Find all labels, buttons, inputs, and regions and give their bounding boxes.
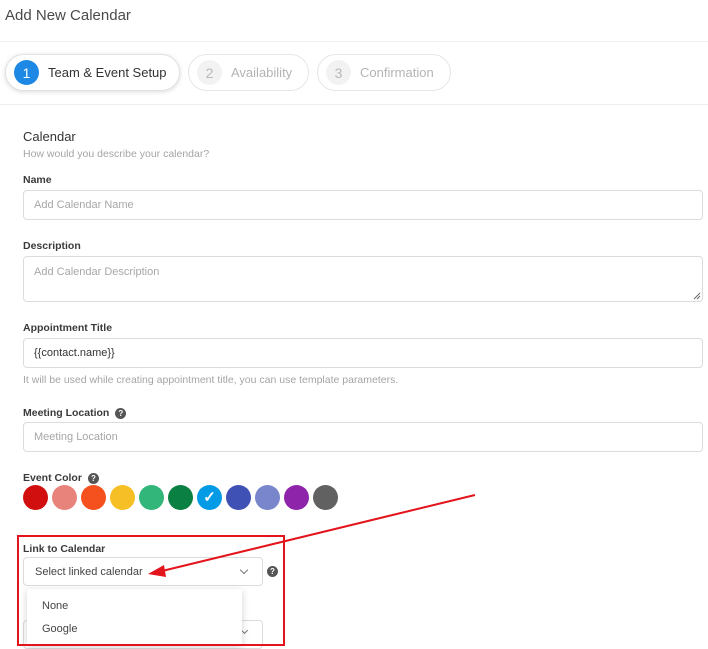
step-availability[interactable]: 2 Availability: [188, 54, 309, 91]
color-swatch[interactable]: [255, 485, 280, 510]
meeting-location-input[interactable]: [23, 422, 703, 452]
step-team-event-setup[interactable]: 1 Team & Event Setup: [5, 54, 180, 91]
page-title: Add New Calendar: [5, 7, 131, 24]
appointment-title-input[interactable]: [23, 338, 703, 368]
question-circle-icon[interactable]: ?: [267, 566, 278, 577]
color-swatch[interactable]: [284, 485, 309, 510]
step-label: Confirmation: [360, 65, 434, 80]
linked-calendar-dropdown: None Google: [27, 589, 242, 645]
color-swatch[interactable]: [226, 485, 251, 510]
steps-divider: [0, 104, 708, 105]
question-circle-icon[interactable]: ?: [115, 407, 127, 419]
color-swatch[interactable]: [81, 485, 106, 510]
resize-grip-icon[interactable]: [693, 292, 701, 300]
event-color-picker: ✓: [23, 485, 338, 510]
dropdown-option-none[interactable]: None: [27, 595, 242, 618]
color-swatch-selected[interactable]: ✓: [197, 485, 222, 510]
header-divider: [0, 41, 708, 42]
color-swatch[interactable]: [313, 485, 338, 510]
calendar-name-input[interactable]: [23, 190, 703, 220]
step-label: Availability: [231, 65, 293, 80]
step-number: 2: [197, 60, 222, 85]
step-confirmation[interactable]: 3 Confirmation: [317, 54, 451, 91]
step-label: Team & Event Setup: [48, 65, 167, 80]
appointment-title-label: Appointment Title: [23, 322, 113, 334]
color-swatch[interactable]: [52, 485, 77, 510]
link-to-calendar-label: Link to Calendar: [23, 543, 106, 555]
section-title: Calendar: [23, 129, 76, 144]
event-color-label: Event Color: [23, 472, 82, 484]
color-swatch[interactable]: [23, 485, 48, 510]
description-label: Description: [23, 240, 81, 252]
linked-calendar-select[interactable]: Select linked calendar: [23, 557, 263, 586]
event-color-label-row: Event Color ?: [23, 472, 99, 484]
step-number: 3: [326, 60, 351, 85]
chevron-down-icon: [239, 565, 249, 574]
color-swatch[interactable]: [110, 485, 135, 510]
color-swatch[interactable]: [168, 485, 193, 510]
check-icon: ✓: [203, 489, 216, 506]
color-swatch[interactable]: [139, 485, 164, 510]
linked-calendar-select-value: Select linked calendar: [35, 565, 143, 578]
dropdown-option-google[interactable]: Google: [27, 618, 242, 641]
appointment-title-hint: It will be used while creating appointme…: [23, 374, 399, 386]
calendar-description-textarea[interactable]: [23, 256, 703, 302]
question-circle-icon[interactable]: ?: [87, 472, 99, 484]
name-label: Name: [23, 174, 52, 186]
meeting-location-label-row: Meeting Location ?: [23, 407, 127, 419]
meeting-location-label: Meeting Location: [23, 407, 110, 419]
section-subtitle: How would you describe your calendar?: [23, 148, 210, 160]
step-number: 1: [14, 60, 39, 85]
